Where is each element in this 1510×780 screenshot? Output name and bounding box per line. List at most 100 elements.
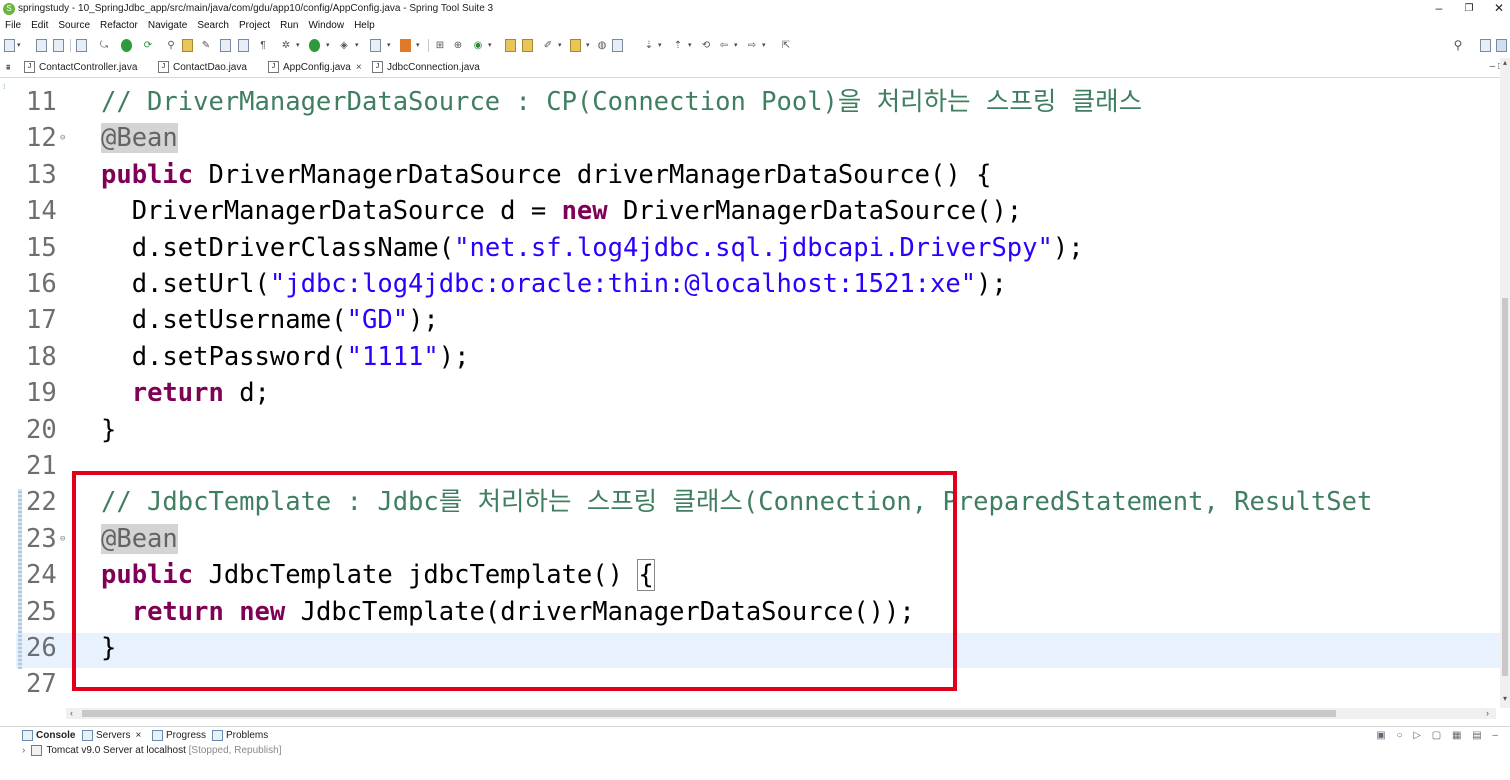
chevron-down-icon[interactable]: ▾ <box>17 39 23 52</box>
new-class-icon[interactable]: ⊕ <box>452 39 464 52</box>
last-edit-icon[interactable]: ⟲ <box>700 39 712 52</box>
menu-window[interactable]: Window <box>303 18 349 31</box>
server-list-item[interactable]: › Tomcat v9.0 Server at localhost [Stoppe… <box>22 745 281 756</box>
chevron-down-icon[interactable]: ▾ <box>586 39 592 52</box>
chevron-down-icon[interactable]: ▾ <box>558 39 564 52</box>
run-icon[interactable] <box>309 39 320 52</box>
menu-navigate[interactable]: Navigate <box>143 18 192 31</box>
horizontal-scroll-thumb[interactable] <box>82 710 1336 717</box>
new-package-icon[interactable]: ⊞ <box>434 39 446 52</box>
save-icon[interactable] <box>36 39 47 52</box>
code-line[interactable]: 17 d.setUsername("GD"); <box>16 302 1496 338</box>
save-all-icon[interactable] <box>53 39 64 52</box>
skip-breakpoints-icon[interactable]: ⤿ <box>98 39 110 52</box>
code-line[interactable]: 20} <box>16 412 1496 448</box>
tab-servers[interactable]: Servers × <box>82 729 141 743</box>
back-icon[interactable]: ⇦ <box>718 39 730 52</box>
close-button[interactable]: ✕ <box>1484 0 1510 18</box>
expand-chevron-icon[interactable]: › <box>22 745 25 756</box>
annotation-icon[interactable] <box>570 39 581 52</box>
chevron-down-icon[interactable]: ▾ <box>355 39 361 52</box>
coverage-icon[interactable]: ◈ <box>338 39 350 52</box>
menu-source[interactable]: Source <box>53 18 95 31</box>
tab-problems[interactable]: Problems <box>212 729 268 743</box>
menu-file[interactable]: File <box>0 18 26 31</box>
code-line[interactable]: 16 d.setUrl("jdbc:log4jdbc:oracle:thin:@… <box>16 266 1496 302</box>
chevron-down-icon[interactable]: ▾ <box>762 39 768 52</box>
refresh-icon[interactable]: ⟳ <box>142 39 154 52</box>
menu-edit[interactable]: Edit <box>26 18 53 31</box>
code-line[interactable]: 13 public DriverManagerDataSource driverM… <box>16 157 1496 193</box>
edit-icon[interactable] <box>182 39 193 52</box>
chevron-down-icon[interactable]: ▾ <box>658 39 664 52</box>
menu-search[interactable]: Search <box>192 18 234 31</box>
tab-jdbcconnection[interactable]: J JdbcConnection.java <box>372 60 480 76</box>
open-type-icon[interactable] <box>505 39 516 52</box>
block-select-icon[interactable] <box>238 39 249 52</box>
tab-appconfig[interactable]: J AppConfig.java × <box>268 60 362 76</box>
search-icon[interactable]: ⚲ <box>1452 39 1464 52</box>
open-perspective-icon[interactable] <box>1480 39 1491 52</box>
view-menu-icon[interactable]: ⩩ <box>6 60 10 76</box>
menu-run[interactable]: Run <box>275 18 303 31</box>
search-tool-icon[interactable]: ✐ <box>542 39 554 52</box>
menu-refactor[interactable]: Refactor <box>95 18 143 31</box>
external-tools-icon[interactable] <box>370 39 381 52</box>
web-browser-icon[interactable]: ◍ <box>596 39 608 52</box>
minimize-button[interactable]: – <box>1424 0 1454 18</box>
chevron-down-icon[interactable]: ▾ <box>688 39 694 52</box>
code-editor[interactable]: 11 // DriverManagerDataSource : CP(Connec… <box>16 78 1500 706</box>
menu-help[interactable]: Help <box>349 18 380 31</box>
scroll-right-icon[interactable]: › <box>1486 708 1489 718</box>
restore-view-icon[interactable]: ⁝ <box>3 82 16 91</box>
code-line[interactable]: 15 d.setDriverClassName("net.sf.log4jdbc… <box>16 230 1496 266</box>
code-line[interactable]: 12 ⊖ @Bean <box>16 120 1496 156</box>
tab-console[interactable]: Console <box>22 729 75 743</box>
stop-icon[interactable] <box>121 39 132 52</box>
debug-icon[interactable]: ✲ <box>280 39 292 52</box>
forward-icon[interactable]: ⇨ <box>746 39 758 52</box>
java-perspective-icon[interactable] <box>1496 39 1507 52</box>
prev-annotation-icon[interactable]: ⇡ <box>672 39 684 52</box>
tab-close-icon[interactable]: × <box>356 62 362 73</box>
format-icon[interactable]: ✎ <box>200 39 212 52</box>
tab-contactdao[interactable]: J ContactDao.java <box>158 60 247 76</box>
chevron-down-icon[interactable]: ▾ <box>734 39 740 52</box>
chevron-down-icon[interactable]: ▾ <box>296 39 302 52</box>
tab-contactcontroller[interactable]: J ContactController.java <box>24 60 137 76</box>
code-line[interactable]: 19 return d; <box>16 375 1496 411</box>
toggle-mark-icon[interactable] <box>220 39 231 52</box>
chevron-down-icon[interactable]: ▾ <box>387 39 393 52</box>
show-whitespace-icon[interactable]: ¶ <box>257 39 269 52</box>
open-folder-icon[interactable] <box>522 39 533 52</box>
outline-icon[interactable] <box>612 39 623 52</box>
tab-close-icon[interactable]: × <box>135 730 141 741</box>
fold-toggle-icon[interactable]: ⊖ <box>60 521 65 557</box>
scroll-down-icon[interactable]: ▾ <box>1500 694 1510 703</box>
server-run-icon[interactable] <box>400 39 411 52</box>
pin-editor-icon[interactable]: ⇱ <box>780 39 792 52</box>
panel-toolbar-icons[interactable]: ▣ ○ ▷ ▢ ▦ ▤ – <box>1376 730 1502 741</box>
chevron-down-icon[interactable]: ▾ <box>416 39 422 52</box>
vertical-scroll-thumb[interactable] <box>1502 298 1508 676</box>
chevron-down-icon[interactable]: ▾ <box>326 39 332 52</box>
tab-progress[interactable]: Progress <box>152 729 206 743</box>
new-project-icon[interactable]: ◉ <box>472 39 484 52</box>
fold-toggle-icon[interactable]: ⊖ <box>60 120 65 156</box>
next-annotation-icon[interactable]: ⇣ <box>643 39 655 52</box>
console-icon <box>22 729 33 741</box>
code-line[interactable]: 14 DriverManagerDataSource d = new Drive… <box>16 193 1496 229</box>
scroll-up-icon[interactable]: ▴ <box>1500 58 1510 67</box>
new-icon[interactable] <box>4 39 15 52</box>
scroll-left-icon[interactable]: ‹ <box>70 708 73 718</box>
pin-icon[interactable]: ⚲ <box>165 39 177 52</box>
menu-project[interactable]: Project <box>234 18 275 31</box>
restore-button[interactable]: ❐ <box>1454 0 1484 18</box>
terminal-icon[interactable] <box>76 39 87 52</box>
horizontal-scrollbar[interactable]: ‹ › <box>66 708 1496 719</box>
vertical-scrollbar[interactable]: ▴ ▾ <box>1500 58 1510 708</box>
chevron-down-icon[interactable]: ▾ <box>488 39 494 52</box>
code-token: d.setPassword( <box>101 341 347 372</box>
code-line[interactable]: 18 d.setPassword("1111"); <box>16 339 1496 375</box>
code-line[interactable]: 11 // DriverManagerDataSource : CP(Connec… <box>16 84 1496 120</box>
